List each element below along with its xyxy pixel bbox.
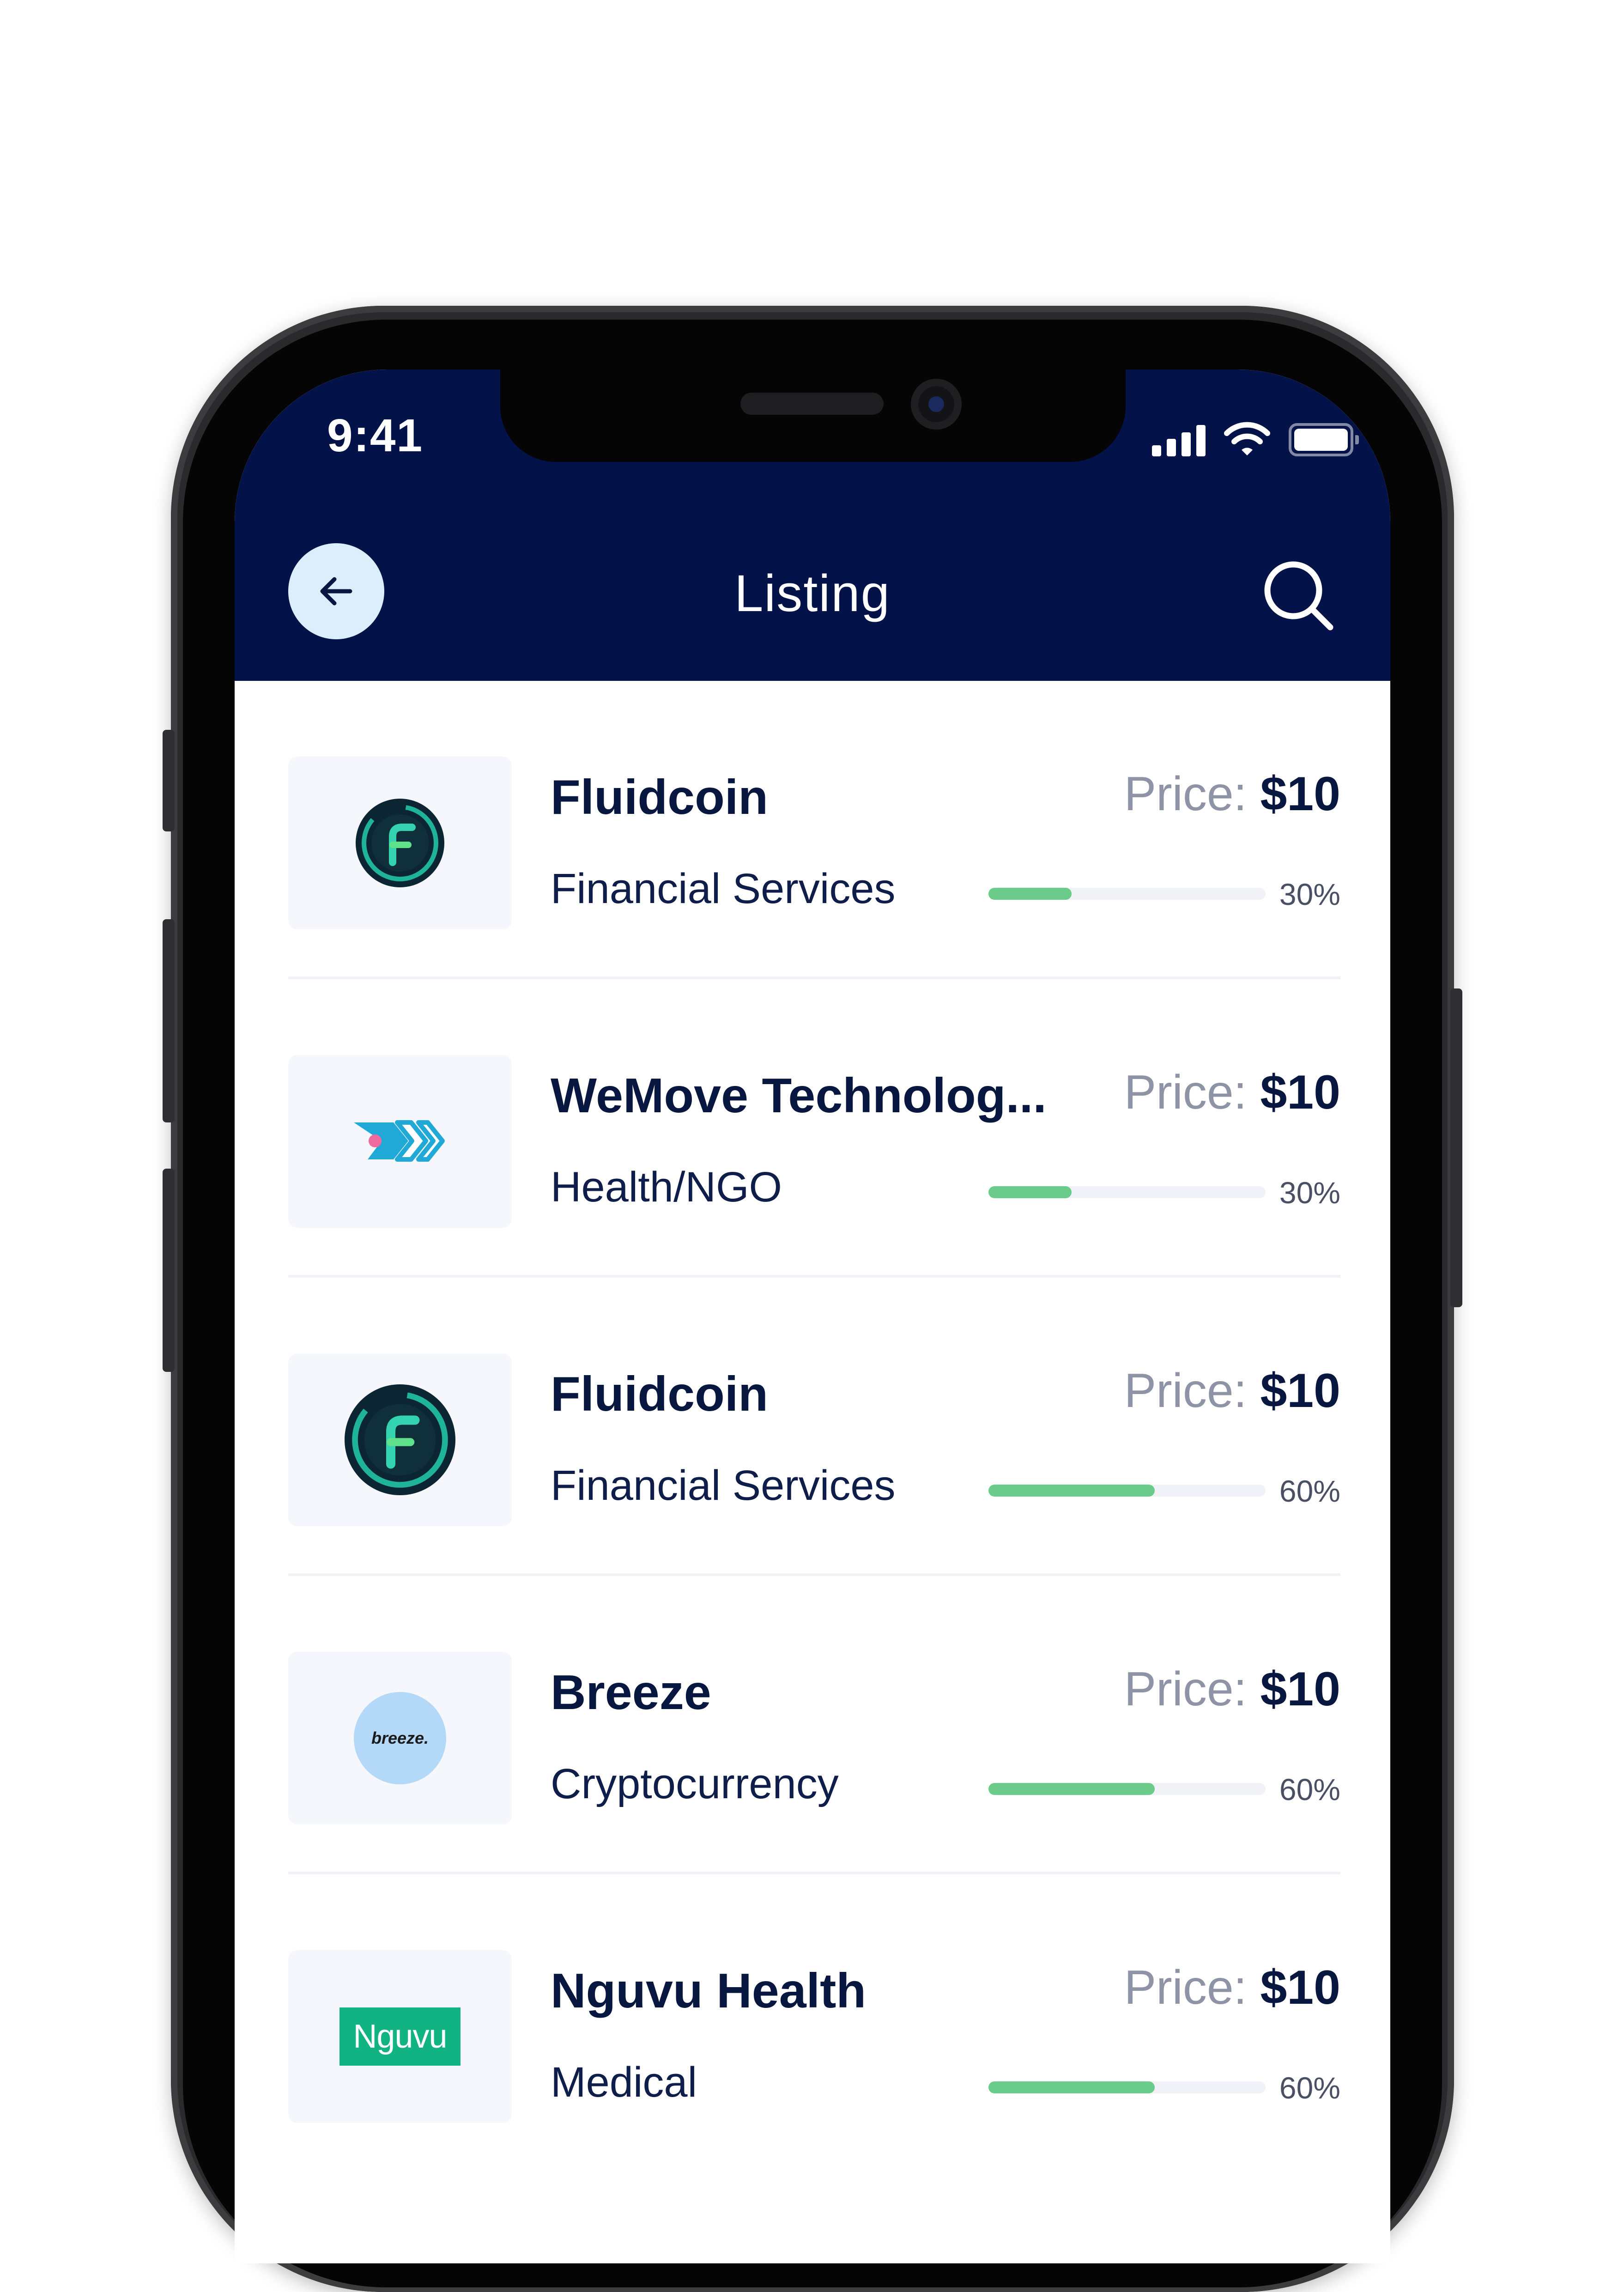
- progress-bar: [988, 1186, 1266, 1198]
- progress-bar: [988, 1783, 1266, 1795]
- progress-bar: [988, 2081, 1266, 2093]
- price-value: $10: [1260, 767, 1340, 821]
- nguvu-logo: Nguvu: [339, 2007, 461, 2066]
- cellular-signal-icon: [1152, 424, 1206, 456]
- price-label: Price:: [1124, 767, 1247, 821]
- search-button[interactable]: [1260, 554, 1339, 633]
- price-value: $10: [1260, 1662, 1340, 1716]
- wifi-icon: [1224, 422, 1270, 455]
- price-label: Price:: [1124, 1662, 1247, 1716]
- status-time: 9:41: [327, 410, 424, 461]
- company-category: Health/NGO: [551, 1164, 782, 1211]
- price-label: Price:: [1124, 1066, 1247, 1119]
- progress-fill: [988, 1783, 1155, 1795]
- nguvu-logo-text: Nguvu: [353, 2018, 447, 2055]
- volume-up-button: [163, 919, 175, 1122]
- list-item[interactable]: Fluidcoin Financial Services Price: $10 …: [288, 681, 1340, 979]
- price: Price: $10: [1124, 1960, 1340, 2015]
- company-name: Fluidcoin: [551, 1367, 769, 1421]
- list-item[interactable]: Fluidcoin Financial Services Price: $10 …: [288, 1278, 1340, 1576]
- progress-bar: [988, 888, 1266, 900]
- company-category: Financial Services: [551, 865, 896, 912]
- company-name: Fluidcoin: [551, 770, 769, 825]
- progress-percent: 60%: [1279, 2071, 1340, 2105]
- price-label: Price:: [1124, 1364, 1247, 1418]
- breeze-logo-text: breeze.: [371, 1728, 429, 1747]
- progress-fill: [988, 1485, 1155, 1497]
- company-category: Financial Services: [551, 1462, 896, 1509]
- company-logo-box: Nguvu: [288, 1950, 512, 2123]
- price-value: $10: [1260, 1066, 1340, 1119]
- wemove-logo: [354, 1120, 445, 1162]
- battery-icon: [1289, 423, 1359, 456]
- price: Price: $10: [1124, 767, 1340, 822]
- earpiece-speaker: [740, 393, 884, 415]
- list-item[interactable]: breeze. Breeze Cryptocurrency Price: $10…: [288, 1576, 1340, 1874]
- volume-down-button: [163, 1169, 175, 1372]
- price: Price: $10: [1124, 1662, 1340, 1717]
- status-icons: [1152, 421, 1359, 456]
- company-logo-box: [288, 1055, 512, 1228]
- list-item[interactable]: Nguvu Nguvu Health Medical Price: $10 60…: [288, 1874, 1340, 2173]
- power-button: [1450, 988, 1462, 1307]
- company-logo-box: [288, 757, 512, 929]
- progress-fill: [988, 1186, 1072, 1198]
- progress-percent: 60%: [1279, 1772, 1340, 1807]
- screen: 9:41 Listing Fluidcoin Financial Service…: [235, 370, 1390, 2263]
- notch: [500, 370, 1126, 462]
- progress-bar: [988, 1485, 1266, 1497]
- front-camera: [911, 379, 962, 430]
- fluidcoin-logo: [345, 1384, 455, 1495]
- company-logo-box: breeze.: [288, 1652, 512, 1825]
- breeze-logo: breeze.: [354, 1692, 446, 1784]
- listing-list: Fluidcoin Financial Services Price: $10 …: [288, 681, 1340, 2173]
- price-value: $10: [1260, 1961, 1340, 2014]
- mute-switch: [163, 730, 175, 831]
- progress-percent: 30%: [1279, 877, 1340, 911]
- price-value: $10: [1260, 1364, 1340, 1418]
- company-logo-box: [288, 1353, 512, 1526]
- fluidcoin-logo: [356, 799, 444, 887]
- company-category: Medical: [551, 2059, 697, 2106]
- progress-fill: [988, 2081, 1155, 2093]
- price-label: Price:: [1124, 1961, 1247, 2014]
- progress-fill: [988, 888, 1072, 900]
- page-title: Listing: [734, 564, 891, 622]
- company-category: Cryptocurrency: [551, 1760, 839, 1807]
- company-name: WeMove Technolog...: [551, 1068, 1047, 1123]
- search-icon: [1264, 561, 1333, 631]
- progress-percent: 60%: [1279, 1474, 1340, 1508]
- progress-percent: 30%: [1279, 1176, 1340, 1210]
- list-item[interactable]: WeMove Technolog... Health/NGO Price: $1…: [288, 979, 1340, 1278]
- company-name: Nguvu Health: [551, 1964, 867, 2018]
- price: Price: $10: [1124, 1065, 1340, 1120]
- company-name: Breeze: [551, 1665, 711, 1720]
- price: Price: $10: [1124, 1364, 1340, 1419]
